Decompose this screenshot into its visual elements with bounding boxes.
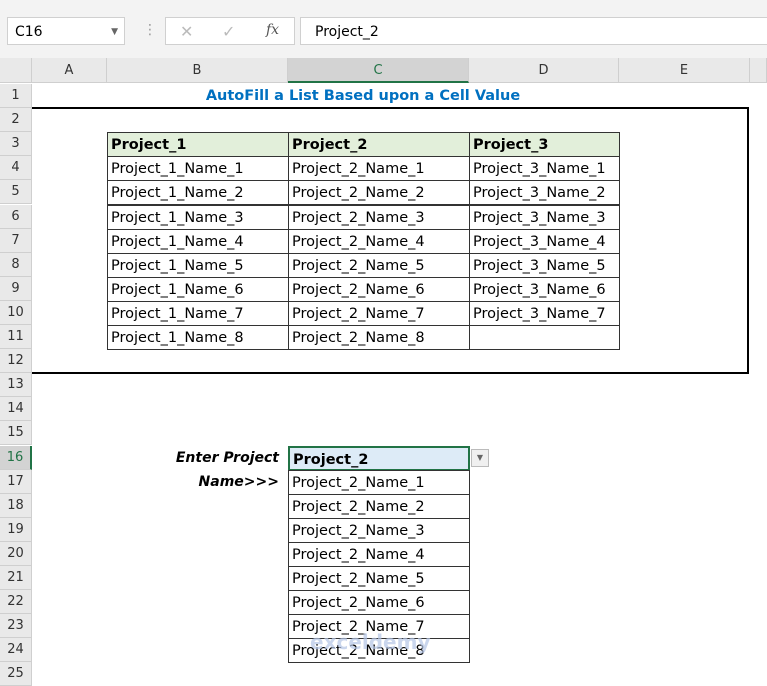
row-header-19[interactable]: 19 <box>0 517 32 542</box>
result-list-cell[interactable]: Project_2_Name_5 <box>288 566 470 592</box>
watermark-logo: exceldemy <box>310 630 431 654</box>
row-header-9[interactable]: 9 <box>0 276 32 301</box>
row-header-6[interactable]: 6 <box>0 204 32 229</box>
formula-toolbar: C16 ▼ ⋮ ✕ ✓ fx Project_2 <box>0 0 767 59</box>
row-header-20[interactable]: 20 <box>0 541 32 566</box>
result-list-cell[interactable]: Project_2_Name_1 <box>288 469 470 495</box>
dropdown-arrow-icon[interactable]: ▼ <box>471 449 489 467</box>
row-header-15[interactable]: 15 <box>0 421 32 446</box>
row-header-23[interactable]: 23 <box>0 614 32 639</box>
result-list-cell[interactable]: Project_2_Name_6 <box>288 590 470 616</box>
formula-buttons: ✕ ✓ fx <box>165 17 295 45</box>
result-list-cell[interactable]: Project_2_Name_3 <box>288 517 470 543</box>
drag-handle-icon[interactable]: ⋮ <box>143 22 157 38</box>
column-header-d[interactable]: D <box>469 58 619 83</box>
row-header-10[interactable]: 10 <box>0 300 32 325</box>
column-header-filler <box>750 58 767 83</box>
result-list-cell[interactable]: Project_2_Name_4 <box>288 541 470 567</box>
row-header-21[interactable]: 21 <box>0 566 32 591</box>
project-input-cell[interactable]: Project_2 <box>288 445 470 471</box>
row-header-11[interactable]: 11 <box>0 325 32 350</box>
row-header-1[interactable]: 1 <box>0 84 32 109</box>
chevron-down-icon[interactable]: ▼ <box>111 18 118 46</box>
formula-input[interactable]: Project_2 <box>300 17 767 45</box>
column-header-e[interactable]: E <box>619 58 750 83</box>
row-header-14[interactable]: 14 <box>0 397 32 422</box>
name-box[interactable]: C16 ▼ <box>7 17 125 45</box>
row-header-8[interactable]: 8 <box>0 252 32 277</box>
row-header-13[interactable]: 13 <box>0 373 32 398</box>
row-header-25[interactable]: 25 <box>0 662 32 686</box>
row-header-17[interactable]: 17 <box>0 469 32 494</box>
input-label: Enter Project Name>>> <box>175 449 279 490</box>
enter-icon[interactable]: ✓ <box>222 22 235 41</box>
row-header-2[interactable]: 2 <box>0 108 32 133</box>
fx-icon[interactable]: fx <box>266 22 279 38</box>
row-header-12[interactable]: 12 <box>0 349 32 374</box>
row-header-22[interactable]: 22 <box>0 590 32 615</box>
row-header-18[interactable]: 18 <box>0 493 32 518</box>
column-header-a[interactable]: A <box>32 58 107 83</box>
column-header-b[interactable]: B <box>107 58 288 83</box>
result-list-cell[interactable]: Project_2_Name_2 <box>288 493 470 519</box>
row-header-24[interactable]: 24 <box>0 638 32 663</box>
row-header-4[interactable]: 4 <box>0 156 32 181</box>
column-header-c[interactable]: C <box>288 58 469 83</box>
select-all-corner[interactable] <box>0 58 32 83</box>
sheet-title: AutoFill a List Based upon a Cell Value <box>205 88 521 104</box>
name-box-value: C16 <box>15 24 43 40</box>
row-header-5[interactable]: 5 <box>0 180 32 205</box>
row-header-16[interactable]: 16 <box>0 445 32 470</box>
row-header-3[interactable]: 3 <box>0 132 32 157</box>
table-outline-border <box>32 107 749 374</box>
cancel-icon[interactable]: ✕ <box>180 22 193 41</box>
row-header-7[interactable]: 7 <box>0 228 32 253</box>
